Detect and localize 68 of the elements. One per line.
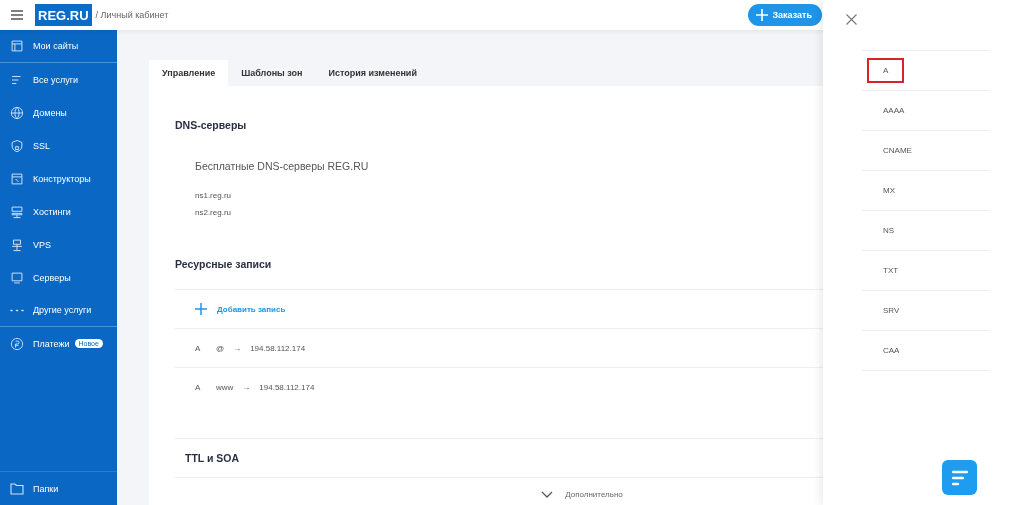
- menu-item-icon: [10, 270, 24, 285]
- record-type-option[interactable]: AAAA: [867, 98, 921, 123]
- section-title: Ресурсные записи: [175, 258, 273, 270]
- sidebar-item[interactable]: Мои сайты: [0, 30, 117, 63]
- folder-icon: [10, 482, 24, 495]
- more-link[interactable]: Дополнительно: [541, 490, 623, 499]
- menu-icon[interactable]: [11, 10, 23, 20]
- record-value: 194.58.112.174: [250, 343, 306, 353]
- sidebar-label: VPS: [33, 239, 51, 250]
- logo[interactable]: REG.RU: [35, 4, 92, 26]
- menu-item-icon: [10, 204, 24, 219]
- arrow-text: →: [242, 382, 251, 392]
- section-title: TTL и SOA: [185, 452, 240, 464]
- chevron-down-icon: [541, 491, 554, 498]
- plus-icon: [756, 9, 769, 21]
- tab[interactable]: История изменений: [315, 60, 430, 86]
- sidebar-label: Мои сайты: [33, 41, 79, 51]
- menu-item-icon: [10, 138, 24, 153]
- record-type-option[interactable]: SRV: [867, 298, 916, 323]
- tab[interactable]: Управление: [149, 60, 229, 86]
- sidebar-item[interactable]: Серверы: [0, 261, 117, 294]
- menu-item-icon: [10, 105, 24, 120]
- sidebar-label: Домены: [33, 107, 67, 118]
- record-host: @: [216, 343, 225, 353]
- record-value: 194.58.112.174: [259, 382, 315, 392]
- order-button[interactable]: Заказать: [748, 4, 822, 26]
- sidebar-label: SSL: [33, 140, 50, 151]
- plus-icon: [195, 303, 207, 315]
- sidebar-item[interactable]: VPS: [0, 228, 117, 261]
- add-record-link[interactable]: Добавить запись: [195, 303, 286, 315]
- sidebar-label: Серверы: [33, 272, 71, 283]
- sidebar-label: Все услуги: [33, 74, 78, 85]
- dns-subtitle: Бесплатные DNS-серверы REG.RU: [195, 160, 370, 172]
- sidebar-label: Конструкторы: [33, 173, 91, 184]
- lines-icon: [951, 469, 968, 486]
- breadcrumb: / Личный кабинет: [95, 10, 169, 20]
- section-title: DNS-серверы: [175, 118, 248, 131]
- dots-icon: [10, 308, 24, 312]
- menu-item-icon: [10, 237, 24, 252]
- record-type-option[interactable]: NS: [867, 218, 911, 243]
- sidebar-item[interactable]: Конструкторы: [0, 162, 117, 195]
- sidebar-item[interactable]: Папки: [0, 472, 117, 505]
- nameserver: ns1.reg.ru: [195, 191, 233, 200]
- close-icon[interactable]: [846, 14, 857, 25]
- sidebar-item[interactable]: Все услуги: [0, 63, 117, 96]
- arrow-text: →: [233, 343, 242, 353]
- sidebar-item[interactable]: Другие услуги: [0, 294, 117, 327]
- sidebar-label: Папки: [33, 483, 59, 494]
- menu-lines-button[interactable]: [942, 460, 977, 495]
- menu-item-icon: [10, 171, 24, 186]
- sidebar-label: Платежи: [33, 338, 70, 349]
- sidebar-item[interactable]: Домены: [0, 96, 117, 129]
- menu-item-icon: [10, 336, 24, 351]
- record-type: A: [195, 382, 202, 392]
- sidebar-label: Другие услуги: [33, 305, 92, 315]
- menu-item-icon: [10, 39, 24, 53]
- nameserver: ns2.reg.ru: [195, 208, 233, 217]
- record-type-option[interactable]: CNAME: [867, 138, 928, 163]
- record-type-option[interactable]: TXT: [867, 258, 915, 283]
- sidebar-item[interactable]: SSL: [0, 129, 117, 162]
- record-type-option[interactable]: CAA: [867, 338, 916, 363]
- record-type-option[interactable]: MX: [867, 178, 911, 203]
- record-host: www: [216, 382, 234, 392]
- sidebar-item[interactable]: Хостинги: [0, 195, 117, 228]
- record-type-option[interactable]: A: [867, 58, 905, 83]
- record-type: A: [195, 343, 202, 353]
- tab[interactable]: Шаблоны зон: [228, 60, 316, 86]
- sidebar-label: Хостинги: [33, 206, 71, 217]
